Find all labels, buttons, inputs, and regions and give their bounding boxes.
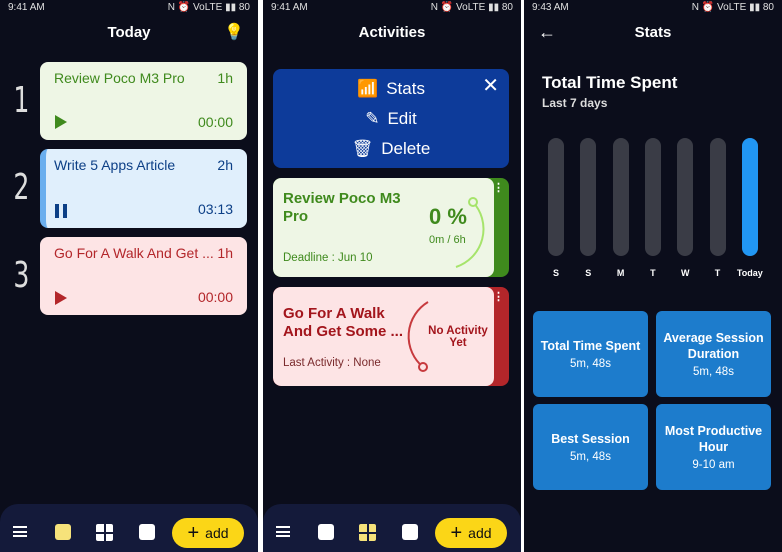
status-icons: N ⏰ VoLTE ▮▮ 80 [430,2,513,13]
stat-label: Most Productive Hour [664,424,763,454]
activities-screen: 9:41 AM N ⏰ VoLTE ▮▮ 80 Activities ✕ 📶 Sta… [263,0,521,552]
progress-arc [455,197,485,268]
page-title: Activities [358,24,426,41]
plus-icon: + [187,521,200,544]
add-label: add [205,525,229,541]
task-index: 2 [13,167,30,208]
day-bar [677,138,694,256]
task-name: Write 5 Apps Article [54,157,176,173]
day-bar-fill [741,138,758,256]
task-card[interactable]: Write 5 Apps Article 2h 03:13 [40,149,247,228]
add-button[interactable]: + add [435,518,507,548]
stats-menu-item[interactable]: 📶 Stats [273,74,509,104]
stats-label: Stats [386,79,425,98]
day-bar [548,138,564,256]
task-timer: 03:13 [197,201,233,217]
stat-value: 9-10 am [692,459,735,471]
task-index: 1 [13,80,30,121]
status-time: 9:41 AM [271,2,308,13]
task-timer: 00:00 [197,114,233,130]
task-timer: 00:00 [197,289,233,305]
status-bar: 9:41 AM N ⏰ VoLTE ▮▮ 80 [8,2,250,14]
stat-tile: Most Productive Hour 9-10 am [656,404,771,490]
stat-value: 5m, 48s [693,366,734,378]
page-title: Stats [634,24,672,41]
status-time: 9:41 AM [8,2,45,13]
play-icon[interactable] [55,115,67,129]
calendar-icon[interactable] [55,524,71,540]
add-label: add [468,525,492,541]
play-icon[interactable] [55,291,67,305]
task-name: Review Poco M3 Pro [54,70,185,86]
stat-tile: Best Session 5m, 48s [533,404,648,490]
status-time: 9:43 AM [532,2,569,13]
plus-icon: + [450,521,463,544]
bar-chart-icon: 📶 [357,79,379,98]
task-duration: 1h [217,70,233,86]
day-bar [612,138,629,256]
task-name: Go For A Walk And Get ... [54,245,214,261]
day-bar [580,138,597,256]
edit-icon: ✎ [365,109,380,128]
close-icon[interactable]: ✕ [482,73,499,98]
activity-last: Last Activity : None [283,357,381,369]
activity-name: Go For A Walk And Get Some ... [283,305,404,340]
activity-menu: ✕ 📶 Stats ✎ Edit 🗑 Delete [273,69,509,168]
status-bar: 9:41 AM N ⏰ VoLTE ▮▮ 80 [271,2,513,14]
task-duration: 1h [217,245,233,261]
task-duration: 2h [217,157,233,173]
edit-label: Edit [387,109,417,128]
activity-card[interactable]: Go For A Walk And Get Some ... Last Acti… [273,287,509,386]
today-screen: 9:41 AM N ⏰ VoLTE ▮▮ 80 Today 💡 1 Review … [0,0,258,552]
stat-tile: Total Time Spent 5m, 48s [533,311,648,397]
inbox-icon[interactable] [402,524,418,540]
stats-heading: Total Time Spent [542,73,678,92]
day-bar [709,138,726,256]
calendar-icon[interactable] [318,524,334,540]
activity-card[interactable]: Review Poco M3 Pro Deadline : Jun 10 0 %… [273,178,509,277]
bottom-nav: + add [263,504,521,552]
trash-icon: 🗑 [351,139,374,158]
grid-icon[interactable] [359,524,376,541]
stat-label: Best Session [551,432,630,446]
edit-menu-item[interactable]: ✎ Edit [273,104,509,134]
inbox-icon[interactable] [139,524,155,540]
add-button[interactable]: + add [172,518,244,548]
status-icons: N ⏰ VoLTE ▮▮ 80 [167,2,250,13]
stats-screen: 9:43 AM N ⏰ VoLTE ▮▮ 80 ← Stats Total Tim… [524,0,782,552]
status-bar: 9:43 AM N ⏰ VoLTE ▮▮ 80 [532,2,774,14]
pause-icon[interactable] [55,204,67,218]
stat-value: 5m, 48s [570,451,611,463]
progress-arc [407,301,429,372]
stat-tile: Average Session Duration 5m, 48s [656,311,771,397]
day-label: Today [736,268,763,278]
lightbulb-icon[interactable]: 💡 [224,22,244,42]
stat-value: 5m, 48s [570,358,611,370]
delete-label: Delete [381,139,431,158]
day-bar [644,138,661,256]
grid-icon[interactable] [96,524,113,541]
activity-deadline: Deadline : Jun 10 [283,252,373,264]
stat-label: Average Session Duration [663,331,764,361]
day-bar [741,138,758,256]
more-options-icon[interactable]: ⋮ [493,290,504,303]
task-card[interactable]: Review Poco M3 Pro 1h 00:00 [40,62,247,140]
status-icons: N ⏰ VoLTE ▮▮ 80 [691,2,774,13]
menu-icon[interactable] [13,526,27,537]
bottom-nav: + add [0,504,258,552]
activity-name: Review Poco M3 Pro [283,190,401,225]
stats-period: Last 7 days [542,96,608,110]
more-options-icon[interactable]: ⋮ [493,181,504,194]
task-card[interactable]: Go For A Walk And Get ... 1h 00:00 [40,237,247,315]
task-index: 3 [13,255,30,296]
delete-menu-item[interactable]: 🗑 Delete [273,134,509,164]
stat-label: Total Time Spent [540,339,641,353]
page-title: Today [107,24,151,41]
menu-icon[interactable] [276,526,290,537]
